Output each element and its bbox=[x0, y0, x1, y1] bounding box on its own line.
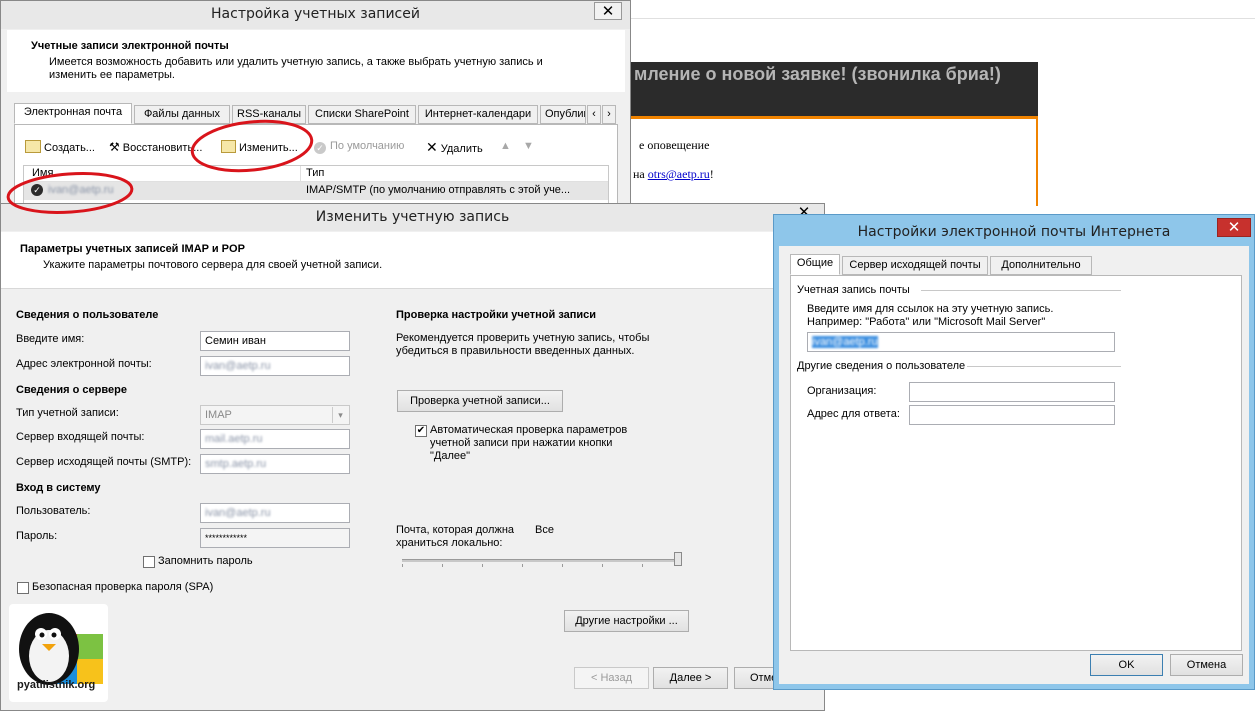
highlight-circle-account bbox=[6, 172, 134, 214]
highlight-circle-change bbox=[190, 119, 314, 173]
highlight-annotations bbox=[6, 119, 314, 214]
logo-text: pyatilistnik.org bbox=[17, 679, 96, 691]
pyatilistnik-logo: pyatilistnik.org bbox=[9, 604, 108, 702]
